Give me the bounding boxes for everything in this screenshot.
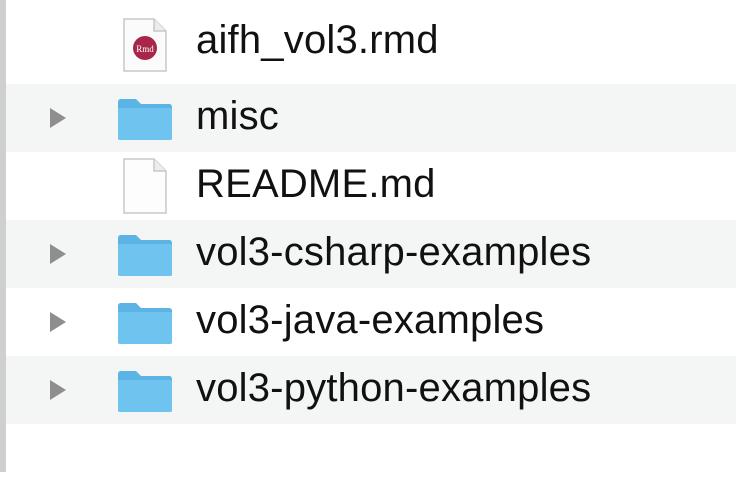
file-name: vol3-java-examples bbox=[196, 298, 545, 342]
file-name: vol3-python-examples bbox=[196, 366, 592, 410]
file-row-aifh-vol3-rmd[interactable]: Rmd aifh_vol3.rmd bbox=[6, 0, 736, 84]
folder-icon bbox=[114, 360, 176, 422]
file-name: aifh_vol3.rmd bbox=[196, 18, 439, 62]
disclosure-triangle-icon[interactable] bbox=[44, 104, 72, 132]
folder-row-vol3-java-examples[interactable]: vol3-java-examples bbox=[6, 288, 736, 356]
rmd-file-icon: Rmd bbox=[114, 14, 176, 76]
file-name: misc bbox=[196, 94, 280, 138]
folder-icon bbox=[114, 88, 176, 150]
file-name: README.md bbox=[196, 162, 436, 206]
disclosure-triangle-icon[interactable] bbox=[44, 376, 72, 404]
folder-row-vol3-csharp-examples[interactable]: vol3-csharp-examples bbox=[6, 220, 736, 288]
folder-icon bbox=[114, 292, 176, 354]
disclosure-triangle-icon[interactable] bbox=[44, 240, 72, 268]
file-row-readme-md[interactable]: README.md bbox=[6, 152, 736, 220]
svg-text:Rmd: Rmd bbox=[136, 44, 154, 54]
file-list: Rmd aifh_vol3.rmd misc README.md vol3-cs… bbox=[6, 0, 736, 480]
document-icon bbox=[114, 155, 176, 217]
folder-icon bbox=[114, 224, 176, 286]
file-name: vol3-csharp-examples bbox=[196, 230, 592, 274]
folder-row-misc[interactable]: misc bbox=[6, 84, 736, 152]
folder-row-vol3-python-examples[interactable]: vol3-python-examples bbox=[6, 356, 736, 424]
disclosure-triangle-icon[interactable] bbox=[44, 308, 72, 336]
